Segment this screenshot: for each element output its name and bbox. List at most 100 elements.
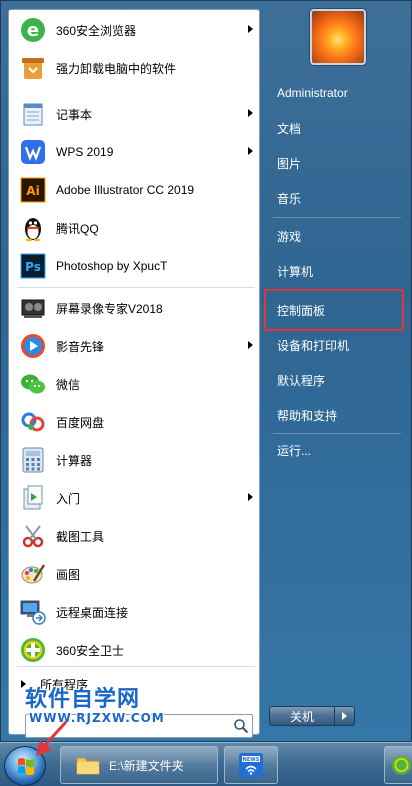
taskbar-folder-window[interactable]: E:\新建文件夹	[60, 746, 218, 784]
program-item-screen-recorder[interactable]: 屏幕录像专家V2018	[12, 290, 257, 326]
screen-recorder-icon	[18, 293, 48, 323]
documents-label: 文档	[277, 121, 302, 136]
news-app-icon: NEWS	[239, 753, 263, 777]
right-item-help-support[interactable]: 帮助和支持	[269, 401, 405, 429]
svg-text:e: e	[27, 20, 39, 41]
uninstaller-icon	[18, 53, 48, 83]
program-label: 360安全卫士	[56, 643, 125, 658]
program-label: 画图	[56, 567, 81, 582]
program-label: 腾讯QQ	[56, 221, 99, 236]
illustrator-icon: Ai	[18, 175, 48, 205]
program-item-baidu-netdisk[interactable]: 百度网盘	[12, 404, 257, 440]
chevron-right-icon	[342, 712, 347, 720]
right-item-music[interactable]: 音乐	[269, 184, 405, 212]
program-item-illustrator[interactable]: Ai Adobe Illustrator CC 2019	[12, 172, 257, 208]
user-avatar[interactable]	[310, 9, 366, 65]
shutdown-button[interactable]: 关机	[269, 706, 335, 726]
calculator-icon	[18, 445, 48, 475]
submenu-arrow-icon	[248, 147, 253, 155]
qq-penguin-icon	[18, 213, 48, 243]
search-input[interactable]	[26, 715, 226, 737]
program-label: 360安全浏览器	[56, 23, 137, 38]
program-item-getting-started[interactable]: 入门	[12, 480, 257, 516]
program-item-notepad[interactable]: 记事本	[12, 96, 257, 132]
shutdown-options-button[interactable]	[335, 706, 355, 726]
all-programs-label: 所有程序	[40, 677, 89, 692]
notepad-icon	[18, 99, 48, 129]
submenu-arrow-icon	[248, 109, 253, 117]
taskbar-360-app[interactable]	[384, 746, 412, 784]
program-label: 强力卸载电脑中的软件	[56, 61, 177, 76]
360-safeguard-icon	[18, 635, 48, 665]
windows-logo-icon	[18, 758, 34, 775]
control-panel-highlight	[264, 289, 404, 331]
right-item-games[interactable]: 游戏	[269, 222, 405, 250]
getting-started-icon	[18, 483, 48, 513]
ie-browser-icon: e	[18, 15, 48, 45]
taskbar-folder-label: E:\新建文件夹	[109, 758, 184, 773]
right-item-pictures[interactable]: 图片	[269, 149, 405, 177]
default-programs-label: 默认程序	[277, 373, 326, 388]
divider	[273, 217, 401, 218]
program-item-paint[interactable]: 画图	[12, 556, 257, 592]
news-badge-text: NEWS	[243, 757, 260, 763]
divider	[17, 666, 255, 667]
program-label: 远程桌面连接	[56, 605, 129, 620]
program-label: 微信	[56, 377, 81, 392]
program-item-wechat[interactable]: 微信	[12, 366, 257, 402]
paint-icon	[18, 559, 48, 589]
taskbar-news-app[interactable]: NEWS	[224, 746, 278, 784]
right-item-documents[interactable]: 文档	[269, 114, 405, 142]
username-label: Administrator	[277, 86, 348, 100]
start-button[interactable]	[4, 746, 46, 786]
program-item-photoshop[interactable]: Ps Photoshop by XpucT	[12, 248, 257, 284]
run-label: 运行...	[277, 443, 312, 458]
music-label: 音乐	[277, 191, 302, 206]
program-label: WPS 2019	[56, 145, 114, 159]
program-item-qq[interactable]: 腾讯QQ	[12, 210, 257, 246]
program-label: Photoshop by XpucT	[56, 259, 168, 273]
expand-arrow-icon	[21, 680, 26, 688]
folder-icon	[76, 757, 100, 775]
program-item-wps[interactable]: WPS 2019	[12, 134, 257, 170]
right-item-username[interactable]: Administrator	[269, 79, 405, 107]
start-menu: e 360安全浏览器 强力卸载电脑中的软件 记事本 WPS 2019 Ai Ad…	[0, 0, 412, 742]
devices-printers-label: 设备和打印机	[277, 338, 350, 353]
program-item-uninstaller[interactable]: 强力卸载电脑中的软件	[12, 50, 257, 86]
divider	[17, 287, 255, 288]
search-box[interactable]	[25, 714, 253, 738]
help-support-label: 帮助和支持	[277, 408, 338, 423]
wechat-icon	[18, 369, 48, 399]
right-item-computer[interactable]: 计算机	[269, 257, 405, 285]
right-item-default-programs[interactable]: 默认程序	[269, 366, 405, 394]
submenu-arrow-icon	[248, 25, 253, 33]
program-label: 入门	[56, 491, 81, 506]
program-item-remote-desktop[interactable]: 远程桌面连接	[12, 594, 257, 630]
program-label: 影音先锋	[56, 339, 105, 354]
media-player-icon	[18, 331, 48, 361]
all-programs-button[interactable]: 所有程序	[21, 672, 251, 696]
baidu-netdisk-icon	[18, 407, 48, 437]
program-item-media-player[interactable]: 影音先锋	[12, 328, 257, 364]
pictures-label: 图片	[277, 156, 302, 171]
submenu-arrow-icon	[248, 493, 253, 501]
search-icon[interactable]	[233, 718, 249, 734]
right-item-run[interactable]: 运行...	[269, 436, 405, 464]
wps-icon	[18, 137, 48, 167]
submenu-arrow-icon	[248, 341, 253, 349]
games-label: 游戏	[277, 229, 302, 244]
remote-desktop-icon	[18, 597, 48, 627]
right-item-devices-printers[interactable]: 设备和打印机	[269, 331, 405, 359]
computer-label: 计算机	[277, 264, 314, 279]
shutdown-control: 关机	[269, 706, 357, 726]
program-item-360-browser[interactable]: e 360安全浏览器	[12, 12, 257, 48]
svg-text:Ps: Ps	[25, 260, 41, 274]
program-label: 计算器	[56, 453, 93, 468]
program-item-snipping-tool[interactable]: 截图工具	[12, 518, 257, 554]
program-label: 屏幕录像专家V2018	[56, 301, 163, 316]
program-item-360-safeguard[interactable]: 360安全卫士	[12, 632, 257, 668]
taskbar: E:\新建文件夹 NEWS	[0, 742, 412, 786]
program-item-calculator[interactable]: 计算器	[12, 442, 257, 478]
360-safeguard-icon	[391, 755, 412, 775]
program-label: 截图工具	[56, 529, 105, 544]
